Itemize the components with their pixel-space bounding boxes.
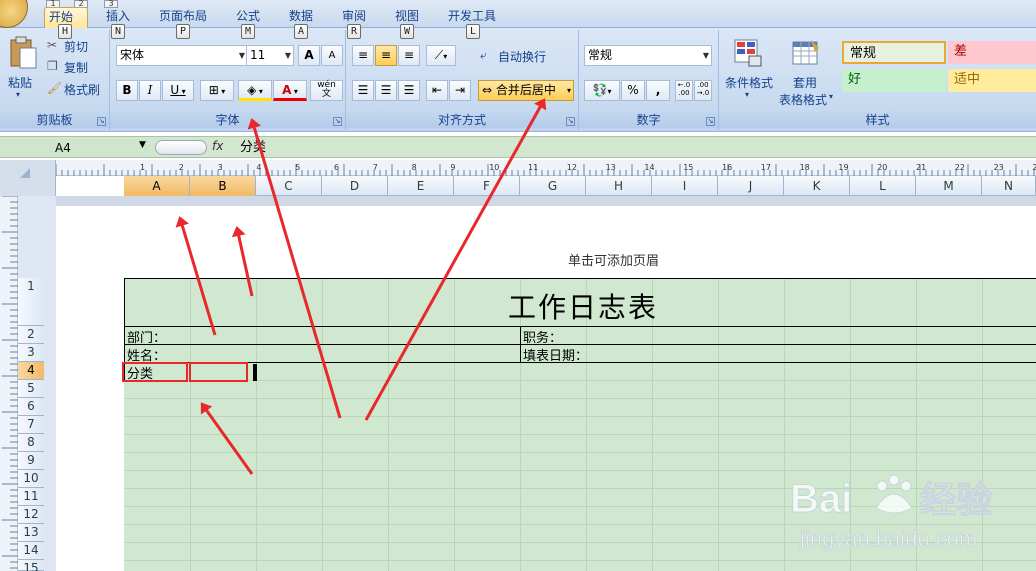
row-header-7[interactable]: 7 — [18, 416, 44, 434]
row-header-4[interactable]: 4 — [18, 362, 44, 380]
watermark-brand2: 经验 — [920, 480, 992, 521]
row-header-2[interactable]: 2 — [18, 326, 44, 344]
row-header-11[interactable]: 11 — [18, 488, 44, 506]
row-header-15[interactable]: 15 — [18, 560, 44, 571]
row-header-1[interactable]: 1 — [18, 278, 44, 326]
row-header-13[interactable]: 13 — [18, 524, 44, 542]
row-header-14[interactable]: 14 — [18, 542, 44, 560]
watermark-url: jingyan.baidu.com — [799, 526, 977, 551]
row-header-6[interactable]: 6 — [18, 398, 44, 416]
row-header-5[interactable]: 5 — [18, 380, 44, 398]
row-header-12[interactable]: 12 — [18, 506, 44, 524]
excel-window: 1 2 3 开始 插入 页面布局 公式 数据 审阅 视图 开发工具 粘贴 ▾ ✂… — [0, 0, 1036, 571]
baidu-watermark: Bai 经验 jingyan.baidu.com — [790, 474, 993, 552]
row-header-10[interactable]: 10 — [18, 470, 44, 488]
row-header-3[interactable]: 3 — [18, 344, 44, 362]
row-header-8[interactable]: 8 — [18, 434, 44, 452]
row-header-9[interactable]: 9 — [18, 452, 44, 470]
watermark-brand: Bai — [790, 477, 852, 521]
